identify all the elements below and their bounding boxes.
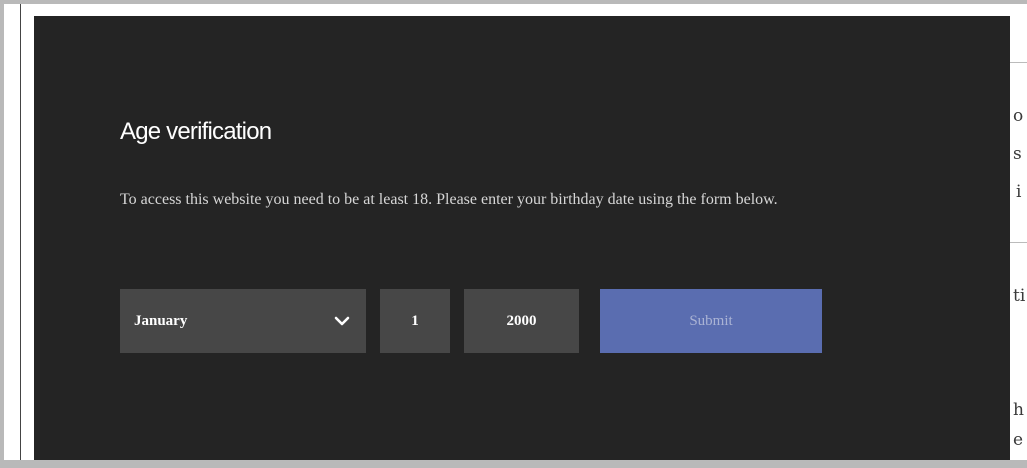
page-edge-line [20, 4, 21, 460]
year-input-value: 2000 [506, 312, 537, 329]
chevron-down-icon [330, 309, 354, 333]
month-select-value: January [134, 312, 188, 329]
background-text-fragment: ti [1013, 286, 1026, 306]
page-border-left [0, 0, 4, 468]
day-input-value: 1 [411, 312, 419, 329]
page-border-bottom [0, 460, 1027, 468]
submit-button[interactable]: Submit [600, 289, 822, 353]
browser-viewport: o s i ti h e Age verification To access … [0, 0, 1027, 468]
background-text-fragment: h [1013, 400, 1024, 420]
age-verification-modal: Age verification To access this website … [34, 16, 1010, 460]
month-select[interactable]: January [120, 289, 366, 353]
modal-title: Age verification [120, 118, 272, 145]
background-text-fragment: s [1013, 144, 1022, 164]
background-divider [1010, 242, 1027, 243]
day-input[interactable]: 1 [380, 289, 450, 353]
modal-description: To access this website you need to be at… [120, 191, 778, 208]
page-border-top [0, 0, 1027, 4]
background-text-fragment: o [1013, 106, 1024, 126]
year-input[interactable]: 2000 [464, 289, 579, 353]
background-text-fragment: e [1013, 430, 1024, 450]
submit-button-label: Submit [689, 312, 733, 329]
background-text-fragment: i [1016, 182, 1022, 202]
background-divider [1010, 62, 1027, 63]
